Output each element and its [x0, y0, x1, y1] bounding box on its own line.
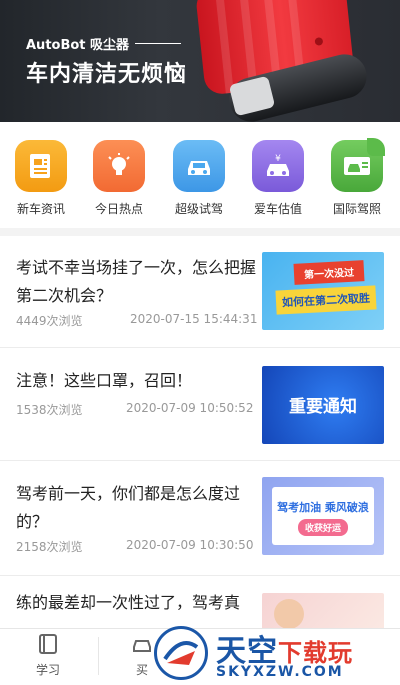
article-item[interactable]: 考试不幸当场挂了一次，怎么把握第二次机会？ 4449次浏览 2020-07-15…	[0, 236, 400, 348]
thumbnail-caption: 收获好运	[298, 519, 348, 536]
category-label: 今日热点	[94, 202, 143, 216]
book-icon	[39, 634, 57, 654]
article-views: 4449次浏览	[16, 314, 83, 328]
banner-title: 车内清洁无烦恼	[26, 62, 188, 87]
category-label: 超级试驾	[174, 202, 223, 216]
thumbnail-caption: 第一次没过	[293, 260, 365, 285]
thumbnail-caption: 重要通知	[289, 397, 357, 417]
article-views: 2158次浏览	[16, 540, 83, 554]
site-watermark: 天空下载玩 SKYXZW.COM	[150, 622, 400, 685]
app-screen: AutoBot 吸尘器 车内清洁无烦恼 新车资讯 今日热点 超级试驾 ¥ 爱车估…	[0, 0, 400, 685]
category-car-valuation[interactable]: ¥ 爱车估值	[243, 140, 313, 217]
article-date: 2020-07-15 15:44:31	[130, 312, 258, 326]
article-title: 考试不幸当场挂了一次，怎么把握第二次机会？	[16, 258, 257, 305]
category-shortcuts: 新车资讯 今日热点 超级试驾 ¥ 爱车估值 国际驾照	[0, 122, 400, 228]
thumbnail-caption: 驾考加油 乘风破浪	[277, 501, 369, 514]
driver-license-icon	[331, 138, 385, 192]
lightbulb-icon	[93, 140, 145, 192]
article-thumbnail: 驾考加油 乘风破浪 收获好运	[262, 477, 384, 555]
article-date: 2020-07-09 10:50:52	[126, 401, 254, 415]
article-thumbnail: 重要通知	[262, 366, 384, 444]
article-title: 驾考前一天，你们都是怎么度过的？	[16, 484, 241, 531]
article-date: 2020-07-09 10:30:50	[126, 538, 254, 552]
article-item[interactable]: 驾考前一天，你们都是怎么度过的？ 2158次浏览 2020-07-09 10:3…	[0, 462, 400, 576]
category-intl-license[interactable]: 国际驾照	[322, 138, 392, 217]
watermark-logo-icon	[154, 626, 208, 680]
banner-brand: AutoBot 吸尘器	[26, 34, 182, 53]
category-label: 爱车估值	[253, 202, 302, 216]
article-title: 注意！这些口罩，召回！	[16, 371, 193, 390]
article-thumbnail: 第一次没过 如何在第二次取胜	[262, 252, 384, 330]
category-new-car-news[interactable]: 新车资讯	[6, 140, 76, 217]
thumbnail-card	[272, 487, 374, 545]
svg-text:¥: ¥	[275, 154, 281, 164]
category-label: 国际驾照	[332, 202, 381, 216]
car-yen-icon: ¥	[252, 140, 304, 192]
watermark-en: SKYXZW.COM	[216, 664, 344, 680]
thumbnail-caption: 如何在第二次取胜	[275, 285, 377, 315]
promo-banner[interactable]: AutoBot 吸尘器 车内清洁无烦恼	[0, 0, 400, 122]
article-views: 1538次浏览	[16, 403, 83, 417]
corner-badge	[367, 138, 385, 156]
tab-study[interactable]: 学习	[18, 633, 78, 678]
category-today-hot[interactable]: 今日热点	[84, 140, 154, 217]
section-separator	[0, 228, 400, 236]
article-item[interactable]: 注意！这些口罩，召回！ 1538次浏览 2020-07-09 10:50:52 …	[0, 349, 400, 461]
category-test-drive[interactable]: 超级试驾	[164, 140, 234, 217]
tab-divider	[98, 637, 99, 675]
car-icon	[173, 140, 225, 192]
tab-label: 学习	[35, 663, 60, 677]
article-title: 练的最差却一次性过了，驾考真	[16, 593, 241, 612]
news-document-icon	[15, 140, 67, 192]
category-label: 新车资讯	[16, 202, 65, 216]
